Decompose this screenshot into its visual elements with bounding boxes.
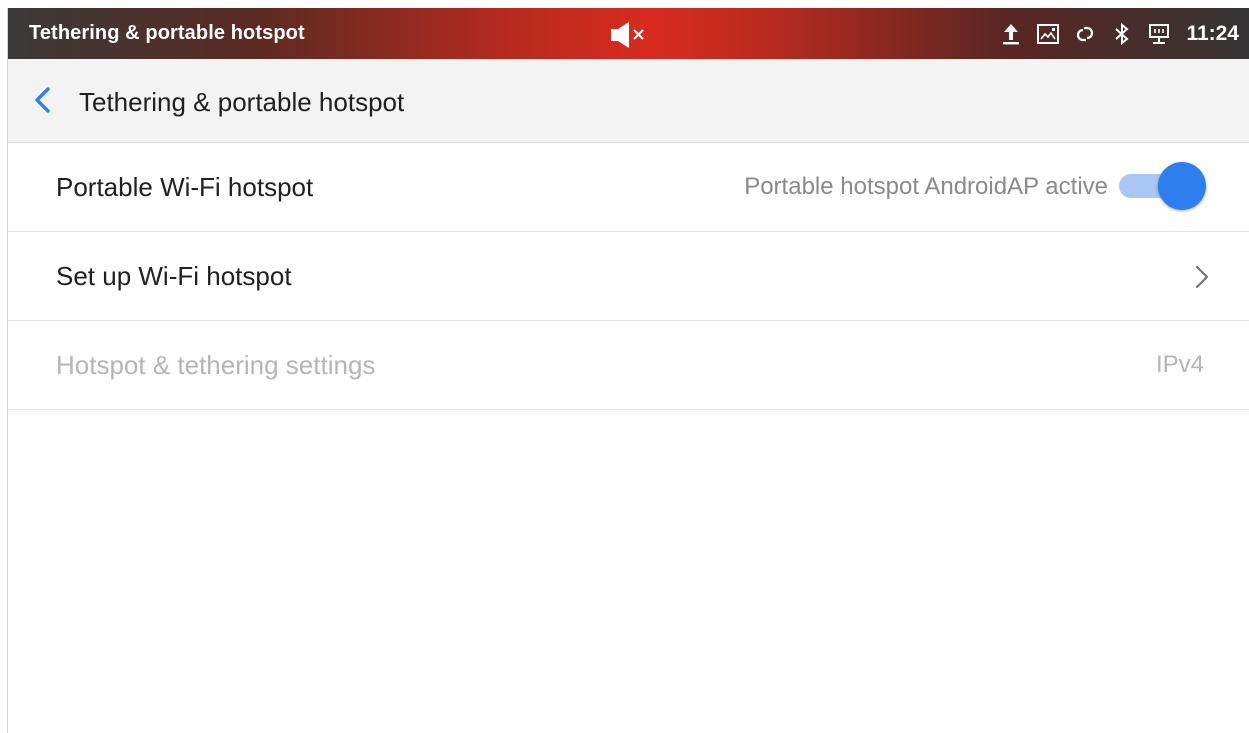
portable-wifi-hotspot-row[interactable]: Portable Wi-Fi hotspot Portable hotspot … (8, 143, 1249, 232)
chevron-right-icon (1191, 262, 1213, 292)
portable-wifi-hotspot-toggle[interactable] (1116, 161, 1206, 211)
page-title: Tethering & portable hotspot (79, 87, 405, 117)
chevron-left-icon (35, 87, 50, 113)
hotspot-tethering-settings-row: Hotspot & tethering settings IPv4 (8, 321, 1249, 410)
screenshot-icon (1036, 22, 1060, 46)
hotspot-tethering-settings-value: IPv4 (1155, 351, 1204, 378)
back-button[interactable] (28, 82, 62, 118)
toggle-thumb (1158, 162, 1206, 210)
hotspot-tethering-settings-label: Hotspot & tethering settings (56, 350, 376, 380)
volume-muted-icon (610, 22, 650, 48)
bluetooth-icon (1110, 22, 1134, 46)
portable-wifi-hotspot-summary: Portable hotspot AndroidAP active (744, 173, 1108, 200)
status-icons: 11:24 (999, 18, 1239, 50)
ethernet-icon (1147, 22, 1171, 46)
set-up-wifi-hotspot-row[interactable]: Set up Wi-Fi hotspot (8, 232, 1249, 321)
link-icon (1073, 22, 1097, 46)
settings-screen: Tethering & portable hotspot 11:24 Tethe… (8, 8, 1249, 733)
status-bar: Tethering & portable hotspot 11:24 (8, 8, 1249, 59)
toolbar: Tethering & portable hotspot (8, 59, 1249, 143)
set-up-wifi-hotspot-label: Set up Wi-Fi hotspot (56, 261, 292, 291)
upload-icon (999, 22, 1023, 46)
clock: 11:24 (1186, 22, 1239, 45)
portable-wifi-hotspot-label: Portable Wi-Fi hotspot (56, 172, 314, 202)
status-bar-title: Tethering & portable hotspot (29, 22, 305, 44)
